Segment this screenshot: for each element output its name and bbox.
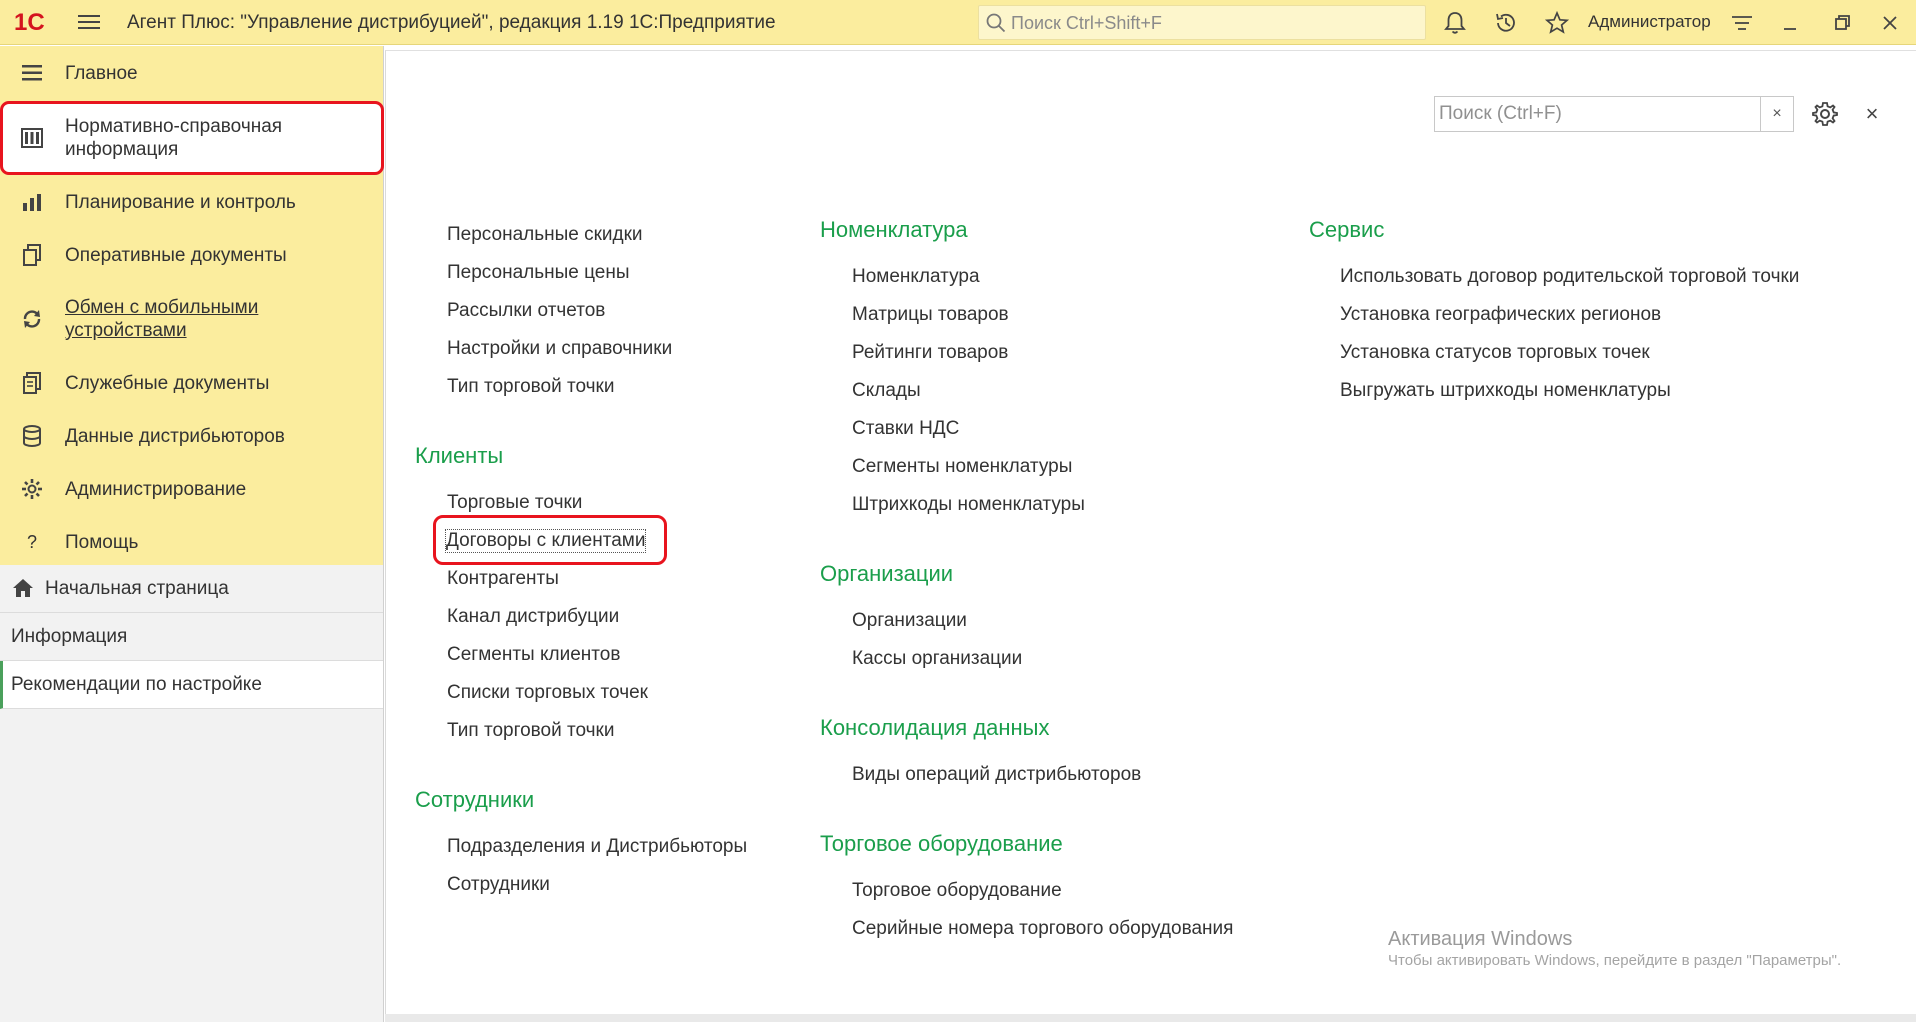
section-label: Нормативно-справочная информация <box>65 116 283 160</box>
database-icon <box>20 424 44 448</box>
link-distributor-operation-types[interactable]: Виды операций дистрибьюторов <box>852 764 1141 786</box>
link-outlet-type-2[interactable]: Тип торговой точки <box>447 720 614 742</box>
svg-text:1С: 1С <box>14 9 45 36</box>
settings-lines-icon[interactable] <box>1730 11 1754 35</box>
link-equipment-serial-numbers[interactable]: Серийные номера торгового оборудования <box>852 918 1233 940</box>
menu-lines-icon <box>20 61 44 85</box>
section-label: Данные дистрибьюторов <box>65 426 285 447</box>
link-trade-equipment[interactable]: Торговое оборудование <box>852 880 1062 902</box>
service-docs-icon <box>20 371 44 395</box>
global-search[interactable] <box>978 5 1426 40</box>
1c-logo[interactable]: 1С <box>14 8 62 36</box>
link-use-parent-outlet-contract[interactable]: Использовать договор родительской торгов… <box>1340 266 1799 288</box>
windows-activation-hint: Чтобы активировать Windows, перейдите в … <box>1388 952 1842 969</box>
section-label: Планирование и контроль <box>65 192 296 213</box>
group-title-consolidation: Консолидация данных <box>820 715 1050 740</box>
search-icon <box>986 13 1006 33</box>
sidebar: Главное Нормативно-справочная информация… <box>0 46 384 1022</box>
nav-label: Информация <box>11 626 128 647</box>
link-personal-discounts[interactable]: Персональные скидки <box>447 224 643 246</box>
section-label: Главное <box>65 63 138 84</box>
link-counterparties[interactable]: Контрагенты <box>447 568 559 590</box>
section-help[interactable]: ? Помощь <box>0 516 383 568</box>
section-distributor-data[interactable]: Данные дистрибьюторов <box>0 410 383 462</box>
section-label: Обмен с мобильными устройствами <box>65 297 259 341</box>
section-service-docs[interactable]: Служебные документы <box>0 357 383 409</box>
section-administration[interactable]: Администрирование <box>0 463 383 515</box>
section-planning[interactable]: Планирование и контроль <box>0 176 383 228</box>
restore-icon[interactable] <box>1830 11 1854 35</box>
documents-icon <box>20 243 44 267</box>
link-outlet-lists[interactable]: Списки торговых точек <box>447 682 648 704</box>
link-vat-rates[interactable]: Ставки НДС <box>852 418 959 440</box>
link-trade-outlets[interactable]: Торговые точки <box>447 492 582 514</box>
chart-icon <box>20 190 44 214</box>
minimize-icon[interactable] <box>1778 11 1802 35</box>
link-organizations[interactable]: Организации <box>852 610 967 632</box>
group-title-service: Сервис <box>1309 217 1385 242</box>
close-panel-button[interactable]: × <box>1860 102 1884 126</box>
link-departments-distributors[interactable]: Подразделения и Дистрибьюторы <box>447 836 747 858</box>
title-bar: 1С Агент Плюс: "Управление дистрибуцией"… <box>0 0 1916 45</box>
link-product-matrices[interactable]: Матрицы товаров <box>852 304 1009 326</box>
star-icon[interactable] <box>1544 10 1570 36</box>
link-warehouses[interactable]: Склады <box>852 380 921 402</box>
nav-home-page[interactable]: Начальная страница <box>0 565 383 613</box>
panel-search[interactable]: × <box>1434 96 1794 132</box>
link-organization-cashboxes[interactable]: Кассы организации <box>852 648 1022 670</box>
link-export-barcodes[interactable]: Выгружать штрихкоды номенклатуры <box>1340 380 1671 402</box>
current-user[interactable]: Администратор <box>1588 12 1711 32</box>
group-title-staff: Сотрудники <box>415 787 535 812</box>
gear-icon <box>20 477 44 501</box>
group-title-organizations: Организации <box>820 561 954 586</box>
link-distribution-channel[interactable]: Канал дистрибуции <box>447 606 619 628</box>
link-nomenclature-segments[interactable]: Сегменты номенклатуры <box>852 456 1072 478</box>
nav-label: Рекомендации по настройке <box>11 674 262 695</box>
link-outlet-type[interactable]: Тип торговой точки <box>447 376 614 398</box>
link-client-contracts[interactable]: Договоры с клиентами <box>444 529 647 553</box>
link-product-ratings[interactable]: Рейтинги товаров <box>852 342 1008 364</box>
nav-information[interactable]: Информация <box>0 613 383 661</box>
section-label: Оперативные документы <box>65 245 287 266</box>
section-operational-docs[interactable]: Оперативные документы <box>0 229 383 281</box>
link-client-segments[interactable]: Сегменты клиентов <box>447 644 620 666</box>
section-main[interactable]: Главное <box>0 46 383 100</box>
section-label: Помощь <box>65 532 139 553</box>
link-set-geo-regions[interactable]: Установка географических регионов <box>1340 304 1661 326</box>
group-title-clients: Клиенты <box>415 443 504 468</box>
nav-label: Начальная страница <box>45 578 229 599</box>
main-menu-icon[interactable] <box>78 12 100 32</box>
panel-search-input[interactable] <box>1439 101 1759 127</box>
group-title-nomenclature: Номенклатура <box>820 217 968 242</box>
sync-icon <box>20 307 44 331</box>
section-label: Администрирование <box>65 479 247 500</box>
catalog-icon <box>20 126 44 150</box>
section-label: Служебные документы <box>65 373 270 394</box>
windows-activation-title: Активация Windows <box>1388 928 1573 950</box>
link-nomenclature-barcodes[interactable]: Штрихкоды номенклатуры <box>852 494 1085 516</box>
gear-icon[interactable] <box>1811 100 1839 128</box>
link-settings-and-catalogs[interactable]: Настройки и справочники <box>447 338 672 360</box>
close-icon[interactable] <box>1878 11 1902 35</box>
section-reference-info[interactable]: Нормативно-справочная информация <box>0 101 384 175</box>
section-panel: Главное Нормативно-справочная информация… <box>0 46 384 568</box>
home-icon <box>13 579 33 597</box>
nav-setup-recommendations[interactable]: Рекомендации по настройке <box>0 661 383 709</box>
clear-search-button[interactable]: × <box>1760 97 1793 131</box>
link-nomenclature[interactable]: Номенклатура <box>852 266 980 288</box>
bell-icon[interactable] <box>1442 10 1468 36</box>
help-icon: ? <box>26 531 37 552</box>
history-icon[interactable] <box>1493 10 1519 36</box>
group-title-trade-equipment: Торговое оборудование <box>820 831 1063 856</box>
link-set-outlet-statuses[interactable]: Установка статусов торговых точек <box>1340 342 1650 364</box>
app-title: Агент Плюс: "Управление дистрибуцией", р… <box>127 12 776 33</box>
link-report-mailings[interactable]: Рассылки отчетов <box>447 300 605 322</box>
section-mobile-exchange[interactable]: Обмен с мобильными устройствами <box>0 282 383 356</box>
global-search-input[interactable] <box>1011 10 1411 36</box>
link-personal-prices[interactable]: Персональные цены <box>447 262 630 284</box>
link-employees[interactable]: Сотрудники <box>447 874 550 896</box>
